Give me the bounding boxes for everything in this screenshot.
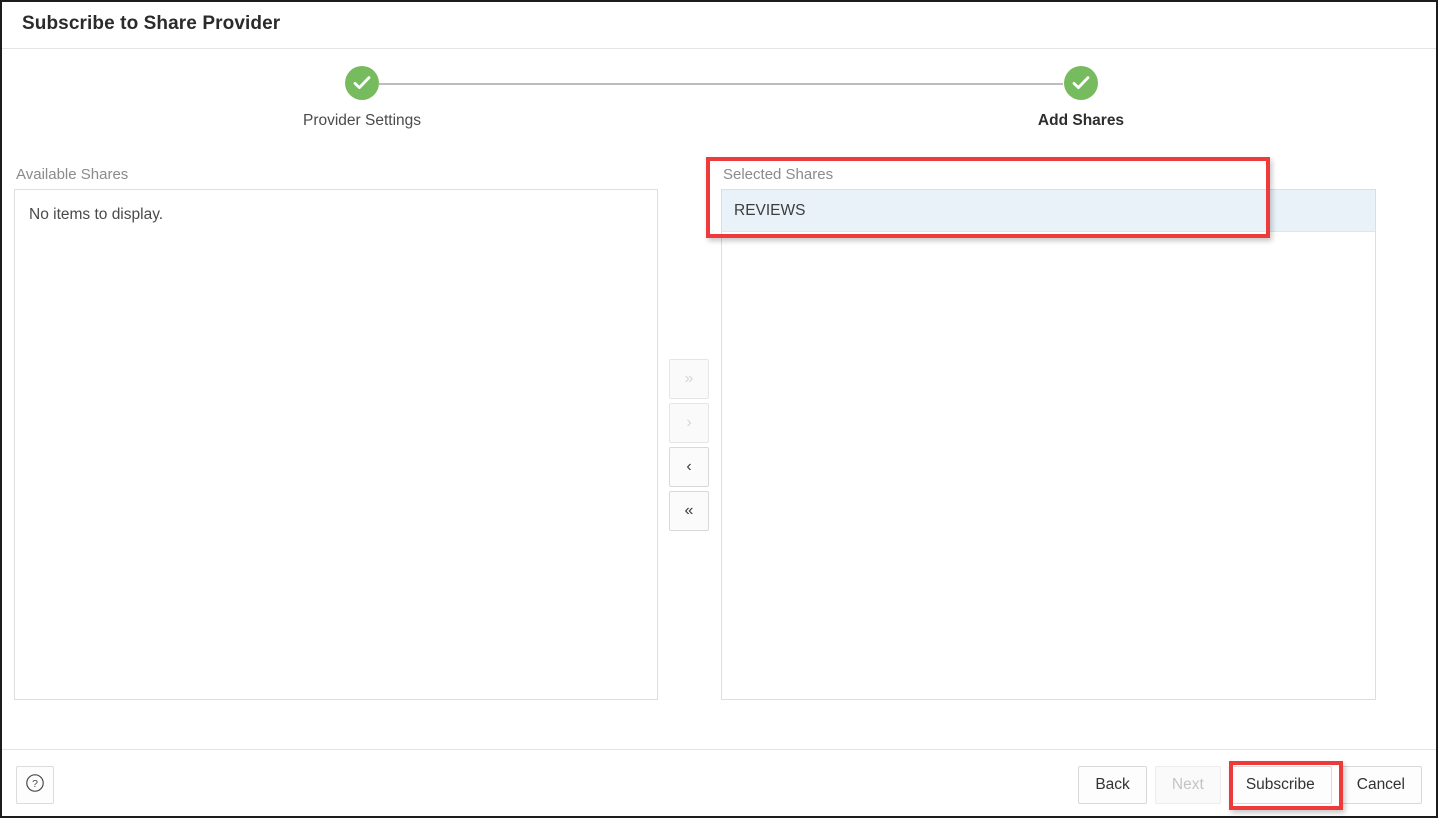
chevron-double-right-icon: » — [685, 371, 694, 387]
back-button[interactable]: Back — [1078, 766, 1146, 804]
subscribe-button[interactable]: Subscribe — [1229, 766, 1332, 804]
chevron-double-left-icon: « — [685, 503, 694, 519]
selected-shares-label: Selected Shares — [723, 166, 833, 183]
dialog-titlebar: Subscribe to Share Provider — [2, 2, 1436, 49]
move-all-left-button[interactable]: « — [669, 491, 709, 531]
transfer-button-group: » › ‹ « — [669, 359, 709, 535]
cancel-button[interactable]: Cancel — [1340, 766, 1422, 804]
question-circle-icon: ? — [25, 773, 45, 798]
available-shares-empty-message: No items to display. — [29, 206, 163, 224]
stepper-label-add-shares: Add Shares — [971, 112, 1191, 130]
step-complete-badge — [345, 66, 379, 100]
next-button: Next — [1155, 766, 1221, 804]
svg-text:?: ? — [32, 778, 38, 790]
list-item-label: REVIEWS — [734, 202, 805, 219]
move-all-right-button[interactable]: » — [669, 359, 709, 399]
move-right-button[interactable]: › — [669, 403, 709, 443]
chevron-left-icon: ‹ — [686, 459, 691, 475]
step-complete-badge — [1064, 66, 1098, 100]
stepper-label-provider-settings: Provider Settings — [252, 112, 472, 130]
move-left-button[interactable]: ‹ — [669, 447, 709, 487]
chevron-right-icon: › — [686, 415, 691, 431]
available-shares-listbox[interactable]: No items to display. — [14, 189, 658, 700]
footer-divider — [2, 749, 1436, 750]
list-item[interactable]: REVIEWS — [722, 190, 1375, 232]
selected-shares-listbox[interactable]: REVIEWS — [721, 189, 1376, 700]
stepper-connector-line — [379, 83, 1063, 85]
footer-action-buttons: Back Next Subscribe Cancel — [1078, 766, 1422, 804]
help-button[interactable]: ? — [16, 766, 54, 804]
stepper-step-provider-settings[interactable]: Provider Settings — [252, 66, 472, 130]
stepper-step-add-shares[interactable]: Add Shares — [971, 66, 1191, 130]
subscribe-to-share-provider-dialog: Subscribe to Share Provider Provider Set… — [0, 0, 1438, 818]
wizard-stepper: Provider Settings Add Shares — [2, 50, 1436, 148]
dialog-title: Subscribe to Share Provider — [22, 13, 280, 35]
available-shares-label: Available Shares — [16, 166, 128, 183]
